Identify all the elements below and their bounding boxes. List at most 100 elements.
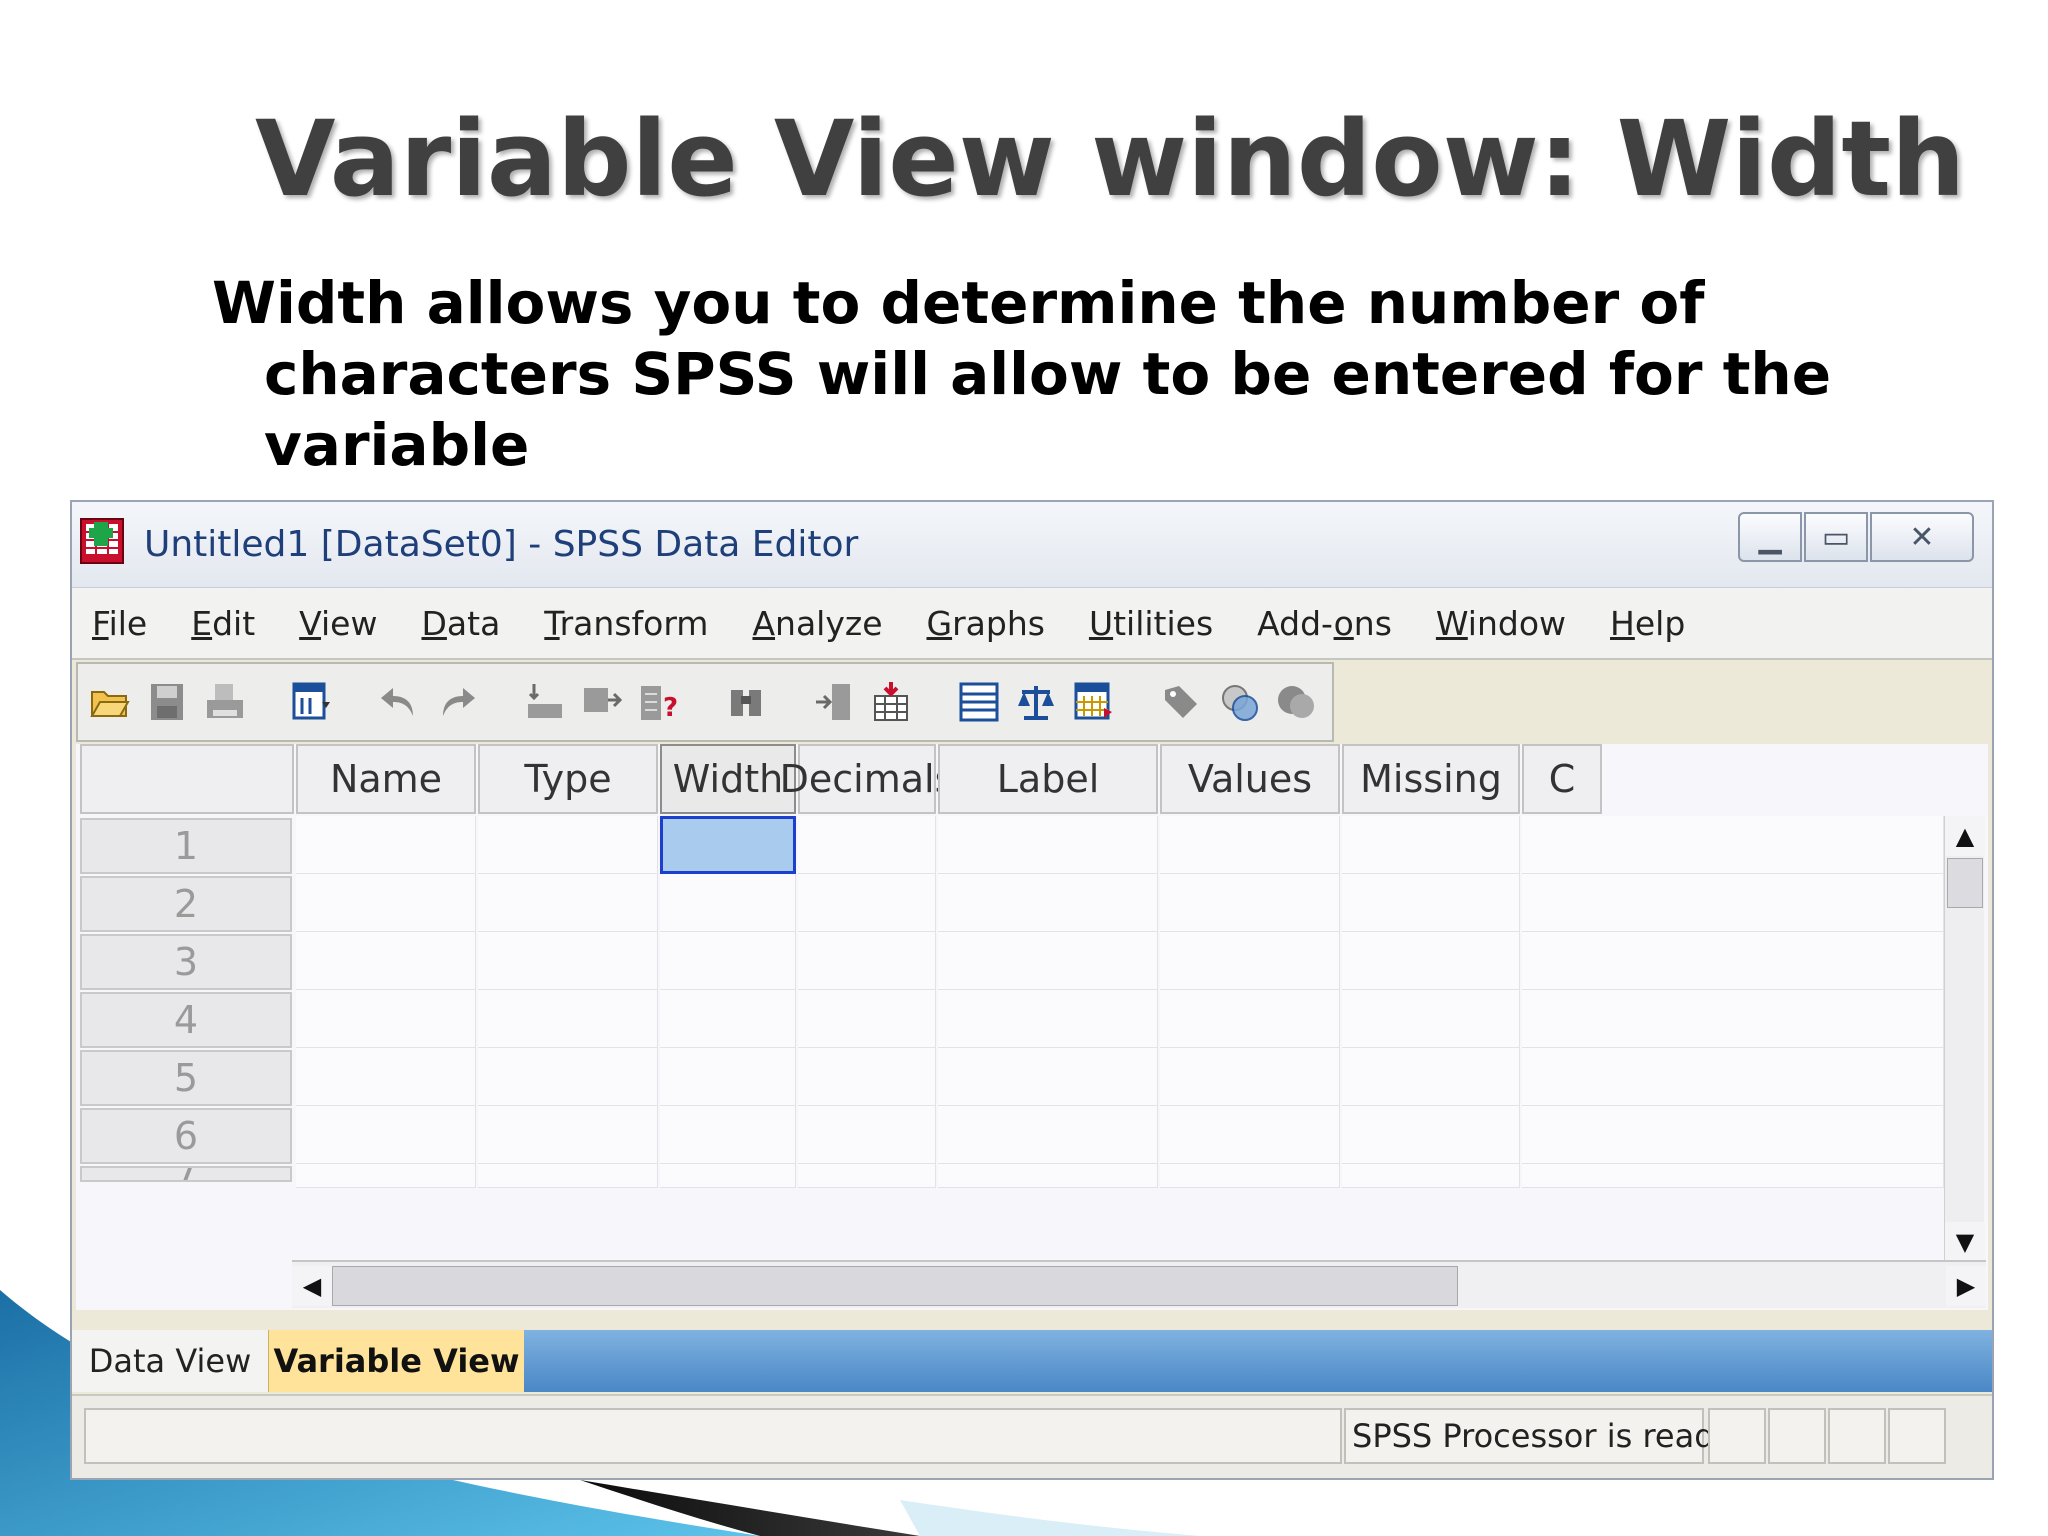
scroll-right-icon[interactable]: ▶	[1946, 1266, 1986, 1306]
grid-cell[interactable]	[798, 1106, 936, 1164]
menu-transform[interactable]: Transform	[544, 604, 708, 643]
window-titlebar[interactable]: Untitled1 [DataSet0] - SPSS Data Editor …	[72, 502, 1992, 588]
grid-cell[interactable]	[1522, 990, 1944, 1048]
row-header[interactable]: 6	[80, 1108, 292, 1164]
row-header[interactable]: 1	[80, 818, 292, 874]
open-file-icon[interactable]	[88, 680, 132, 724]
grid-cell[interactable]	[1522, 874, 1944, 932]
grid-cell[interactable]	[938, 816, 1158, 874]
menu-window[interactable]: Window	[1436, 604, 1566, 643]
row-header[interactable]: 4	[80, 992, 292, 1048]
menu-data[interactable]: Data	[421, 604, 500, 643]
column-header-c[interactable]: C	[1522, 744, 1602, 814]
grid-cell[interactable]	[1160, 874, 1340, 932]
grid-cell[interactable]	[798, 1048, 936, 1106]
grid-cell[interactable]	[798, 816, 936, 874]
minimize-button[interactable]: ▁	[1738, 512, 1802, 562]
grid-cell[interactable]	[798, 874, 936, 932]
grid-cell[interactable]	[1522, 932, 1944, 990]
grid-cell[interactable]	[938, 1164, 1158, 1188]
vertical-scroll-thumb[interactable]	[1947, 858, 1983, 908]
weight-cases-icon[interactable]	[1015, 680, 1059, 724]
menu-file[interactable]: File	[92, 604, 147, 643]
dialog-recall-icon[interactable]	[290, 680, 334, 724]
grid-cell[interactable]	[660, 990, 796, 1048]
menu-view[interactable]: View	[299, 604, 377, 643]
grid-cell[interactable]	[478, 1048, 658, 1106]
scroll-up-icon[interactable]: ▲	[1945, 816, 1985, 856]
grid-cell[interactable]	[1342, 1048, 1520, 1106]
grid-cell[interactable]	[296, 1048, 476, 1106]
insert-variable-icon[interactable]	[870, 680, 914, 724]
grid-cell[interactable]	[1160, 990, 1340, 1048]
grid-cell[interactable]	[938, 990, 1158, 1048]
vertical-scrollbar[interactable]: ▲ ▼	[1944, 816, 1985, 1262]
grid-cell[interactable]	[1160, 1164, 1340, 1188]
grid-cell[interactable]	[1342, 932, 1520, 990]
grid-cell[interactable]	[478, 816, 658, 874]
column-header-type[interactable]: Type	[478, 744, 658, 814]
grid-cell[interactable]	[1342, 816, 1520, 874]
column-header-name[interactable]: Name	[296, 744, 476, 814]
menu-edit[interactable]: Edit	[191, 604, 255, 643]
horizontal-scroll-thumb[interactable]	[332, 1266, 1458, 1306]
grid-cell[interactable]	[478, 874, 658, 932]
horizontal-scrollbar[interactable]: ◀ ▶	[292, 1260, 1986, 1308]
grid-cell[interactable]	[296, 816, 476, 874]
grid-cell[interactable]	[296, 1106, 476, 1164]
grid-cell[interactable]	[478, 1106, 658, 1164]
row-header[interactable]: 2	[80, 876, 292, 932]
grid-cell[interactable]	[660, 1164, 796, 1188]
close-button[interactable]: ✕	[1870, 512, 1974, 562]
corner-header[interactable]	[80, 744, 294, 814]
restore-button[interactable]: ▭	[1804, 512, 1868, 562]
grid-cell[interactable]	[1522, 1164, 1944, 1188]
grid-cell[interactable]	[1522, 1048, 1944, 1106]
menu-utilities[interactable]: Utilities	[1089, 604, 1213, 643]
grid-cell[interactable]	[1342, 990, 1520, 1048]
grid-cell[interactable]	[660, 1048, 796, 1106]
column-header-label[interactable]: Label	[938, 744, 1158, 814]
split-file-icon[interactable]	[957, 680, 1001, 724]
insert-cases-icon[interactable]	[812, 680, 856, 724]
select-cases-icon[interactable]	[1072, 680, 1116, 724]
grid-cell[interactable]	[938, 1106, 1158, 1164]
grid-cell[interactable]	[1160, 1106, 1340, 1164]
menu-graphs[interactable]: Graphs	[927, 604, 1045, 643]
grid-cell[interactable]	[938, 1048, 1158, 1106]
tab-variable-view[interactable]: Variable View	[268, 1330, 524, 1392]
grid-cell[interactable]	[938, 932, 1158, 990]
column-header-width[interactable]: Width	[660, 744, 796, 814]
undo-icon[interactable]	[378, 680, 422, 724]
scroll-down-icon[interactable]: ▼	[1945, 1222, 1985, 1262]
redo-icon[interactable]	[435, 680, 479, 724]
grid-cell[interactable]	[296, 932, 476, 990]
grid-cell[interactable]	[478, 990, 658, 1048]
menu-help[interactable]: Help	[1610, 604, 1685, 643]
menu-analyze[interactable]: Analyze	[752, 604, 882, 643]
grid-cell[interactable]	[1522, 816, 1944, 874]
find-icon[interactable]	[725, 680, 769, 724]
show-all-variables-icon[interactable]	[1274, 680, 1318, 724]
grid-cell[interactable]	[660, 874, 796, 932]
grid-cell[interactable]	[1342, 1164, 1520, 1188]
grid-cell[interactable]	[660, 1106, 796, 1164]
print-icon[interactable]	[203, 680, 247, 724]
grid-cell[interactable]	[660, 932, 796, 990]
go-to-case-icon[interactable]	[522, 680, 566, 724]
scroll-left-icon[interactable]: ◀	[292, 1266, 332, 1306]
grid-cell[interactable]	[478, 1164, 658, 1188]
save-icon[interactable]	[146, 680, 190, 724]
tab-data-view[interactable]: Data View	[72, 1330, 268, 1392]
grid-cell[interactable]	[798, 990, 936, 1048]
menu-add-ons[interactable]: Add-ons	[1257, 604, 1392, 643]
use-variable-sets-icon[interactable]	[1217, 680, 1261, 724]
grid-cell[interactable]	[1160, 816, 1340, 874]
column-header-decimals[interactable]: Decimals	[780, 744, 954, 814]
grid-cell[interactable]	[1160, 1048, 1340, 1106]
grid-cell[interactable]	[1342, 874, 1520, 932]
grid-cell[interactable]	[798, 1164, 936, 1188]
column-header-missing[interactable]: Missing	[1342, 744, 1520, 814]
grid-cell[interactable]	[296, 874, 476, 932]
variables-info-icon[interactable]: ?	[638, 680, 682, 724]
